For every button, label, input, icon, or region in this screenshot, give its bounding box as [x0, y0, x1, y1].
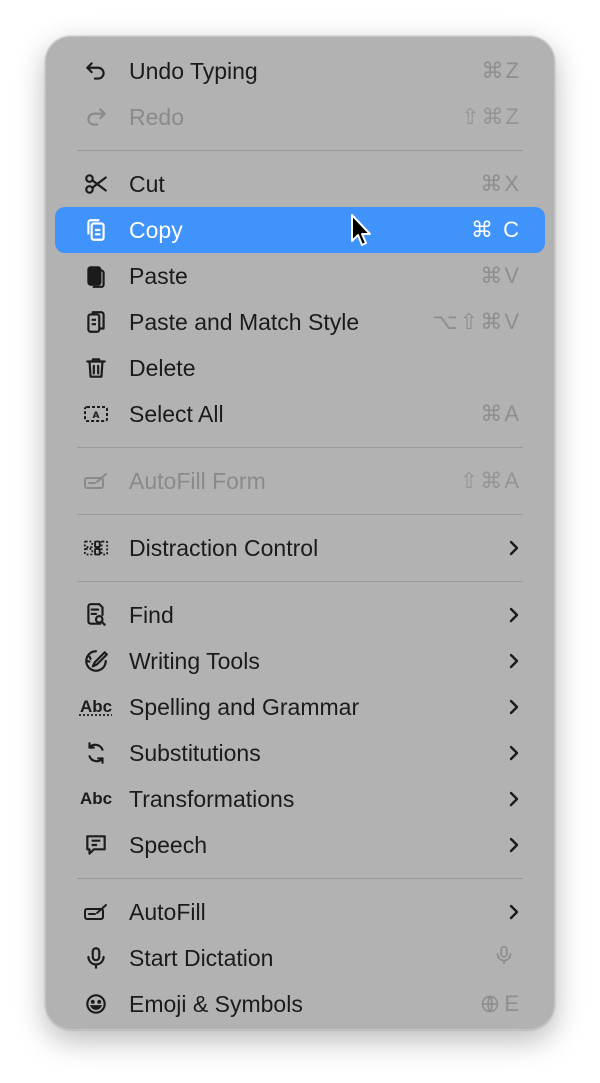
- menu-item-delete[interactable]: Delete: [55, 345, 545, 391]
- menu-item-find[interactable]: Find: [55, 592, 545, 638]
- menu-item-redo[interactable]: Redo ⇧⌘Z: [55, 94, 545, 140]
- substitutions-icon: [79, 738, 113, 768]
- keyboard-shortcut: ⌘A: [480, 401, 521, 426]
- menu-item-label: AutoFill Form: [129, 467, 266, 494]
- writing-tools-icon: [79, 646, 113, 676]
- distraction-control-icon: [79, 533, 113, 563]
- menu-item-paste[interactable]: Paste ⌘V: [55, 253, 545, 299]
- chevron-right-icon: [505, 834, 523, 856]
- menu-item-spelling-and-grammar[interactable]: Abc Spelling and Grammar: [55, 684, 545, 730]
- menu-item-label: Redo: [129, 103, 184, 130]
- select-all-icon: A: [79, 399, 113, 429]
- svg-text:A: A: [93, 411, 100, 421]
- menu-item-start-dictation[interactable]: Start Dictation: [55, 935, 545, 981]
- menu-item-autofill-form[interactable]: AutoFill Form ⇧⌘A: [55, 458, 545, 504]
- menu-item-label: Transformations: [129, 785, 295, 812]
- menu-separator: [77, 514, 523, 515]
- menu-separator: [77, 150, 523, 151]
- paste-icon: [79, 261, 113, 291]
- copy-icon: [79, 215, 113, 245]
- menu-item-label: Substitutions: [129, 739, 261, 766]
- globe-icon: [481, 995, 499, 1013]
- spelling-abc-icon: Abc: [79, 697, 113, 716]
- transformations-abc-icon: Abc: [79, 789, 113, 808]
- menu-separator: [77, 581, 523, 582]
- menu-item-label: Speech: [129, 831, 208, 858]
- menu-item-label: Start Dictation: [129, 944, 274, 971]
- menu-item-label: Delete: [129, 354, 196, 381]
- autofill-icon: [79, 897, 113, 927]
- chevron-right-icon: [505, 901, 523, 923]
- menu-item-substitutions[interactable]: Substitutions: [55, 730, 545, 776]
- menu-item-label: Writing Tools: [129, 647, 260, 674]
- menu-item-label: Find: [129, 601, 174, 628]
- menu-item-label: Paste: [129, 262, 188, 289]
- menu-item-label: Emoji & Symbols: [129, 990, 303, 1017]
- microphone-icon: [79, 943, 113, 973]
- menu-item-cut[interactable]: Cut ⌘X: [55, 161, 545, 207]
- keyboard-shortcut: ⌥⇧⌘V: [432, 309, 521, 334]
- keyboard-shortcut: ⇧⌘Z: [461, 104, 521, 129]
- menu-item-label: Spelling and Grammar: [129, 693, 360, 720]
- speech-bubble-icon: [79, 830, 113, 860]
- keyboard-shortcut: ⌘ C: [471, 217, 521, 242]
- menu-item-label: Distraction Control: [129, 534, 319, 561]
- menu-item-transformations[interactable]: Abc Transformations: [55, 776, 545, 822]
- edit-context-menu: Undo Typing ⌘Z Redo ⇧⌘Z Cut ⌘X Copy ⌘ C …: [45, 36, 555, 1030]
- menu-item-label: Undo Typing: [129, 57, 258, 84]
- menu-item-label: AutoFill: [129, 898, 206, 925]
- chevron-right-icon: [505, 788, 523, 810]
- chevron-right-icon: [505, 742, 523, 764]
- emoji-icon: [79, 989, 113, 1019]
- keyboard-shortcut: E: [480, 991, 521, 1017]
- menu-separator: [77, 878, 523, 879]
- menu-item-undo-typing[interactable]: Undo Typing ⌘Z: [55, 48, 545, 94]
- menu-item-autofill[interactable]: AutoFill: [55, 889, 545, 935]
- trash-icon: [79, 353, 113, 383]
- menu-item-distraction-control[interactable]: Distraction Control: [55, 525, 545, 571]
- menu-item-writing-tools[interactable]: Writing Tools: [55, 638, 545, 684]
- menu-item-label: Copy: [129, 216, 183, 243]
- shortcut-key: E: [504, 991, 521, 1016]
- chevron-right-icon: [505, 604, 523, 626]
- redo-icon: [79, 102, 113, 132]
- menu-item-paste-and-match-style[interactable]: Paste and Match Style ⌥⇧⌘V: [55, 299, 545, 345]
- keyboard-shortcut: ⇧⌘A: [459, 468, 521, 493]
- keyboard-shortcut: ⌘Z: [481, 58, 521, 83]
- menu-item-emoji-and-symbols[interactable]: Emoji & Symbols E: [55, 981, 545, 1027]
- microphone-shortcut-icon: [493, 944, 515, 972]
- find-icon: [79, 600, 113, 630]
- chevron-right-icon: [505, 650, 523, 672]
- chevron-right-icon: [505, 537, 523, 559]
- undo-icon: [79, 56, 113, 86]
- menu-item-speech[interactable]: Speech: [55, 822, 545, 868]
- menu-item-label: Select All: [129, 400, 224, 427]
- paste-match-icon: [79, 307, 113, 337]
- mouse-pointer-icon: [350, 213, 374, 249]
- menu-item-label: Paste and Match Style: [129, 308, 360, 335]
- scissors-icon: [79, 169, 113, 199]
- menu-item-copy[interactable]: Copy ⌘ C: [55, 207, 545, 253]
- chevron-right-icon: [505, 696, 523, 718]
- menu-separator: [77, 447, 523, 448]
- menu-item-label: Cut: [129, 170, 165, 197]
- autofill-form-icon: [79, 466, 113, 496]
- keyboard-shortcut: ⌘X: [480, 171, 521, 196]
- menu-item-select-all[interactable]: A Select All ⌘A: [55, 391, 545, 437]
- keyboard-shortcut: ⌘V: [480, 263, 521, 288]
